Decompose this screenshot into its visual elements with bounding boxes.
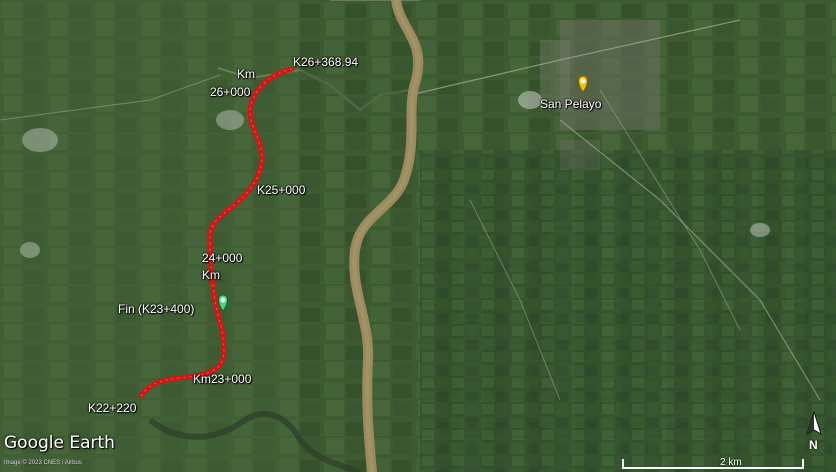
google-earth-logo: Google Earth	[4, 433, 115, 453]
north-label: N	[809, 438, 818, 452]
label-km26-prefix: Km	[237, 67, 255, 81]
label-km25: K25+000	[257, 183, 306, 197]
label-end-marker: Fin (K23+400)	[118, 302, 195, 316]
label-start-segment: K22+220	[88, 401, 137, 415]
label-start-point: K26+368.94	[293, 55, 359, 69]
label-km26-value: 26+000	[210, 85, 251, 99]
label-km24-value: 24+000	[202, 251, 243, 265]
label-km24-suffix: Km	[202, 268, 220, 282]
scale-line	[624, 467, 802, 469]
north-arrow-icon[interactable]: N	[804, 410, 824, 454]
scale-bar: 2 km	[622, 457, 804, 469]
scale-label: 2 km	[720, 457, 742, 468]
label-town: San Pelayo	[540, 97, 602, 111]
imagery-credit: Image © 2023 CNES / Airbus	[4, 460, 82, 466]
satellite-map[interactable]: K26+368.94 Km 26+000 K25+000 24+000 Km F…	[0, 0, 836, 472]
label-km23: Km23+000	[193, 372, 252, 386]
